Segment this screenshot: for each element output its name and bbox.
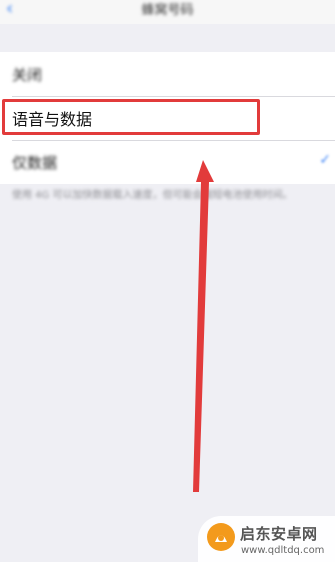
logo-icon [207,523,235,551]
watermark-name: 启东安卓网 [240,525,318,543]
watermark: 启东安卓网 www.qdltdq.com [198,516,335,562]
arrow-shape [193,160,214,492]
watermark-url: www.qdltdq.com [241,545,325,556]
arrow-annotation-icon [193,160,214,492]
